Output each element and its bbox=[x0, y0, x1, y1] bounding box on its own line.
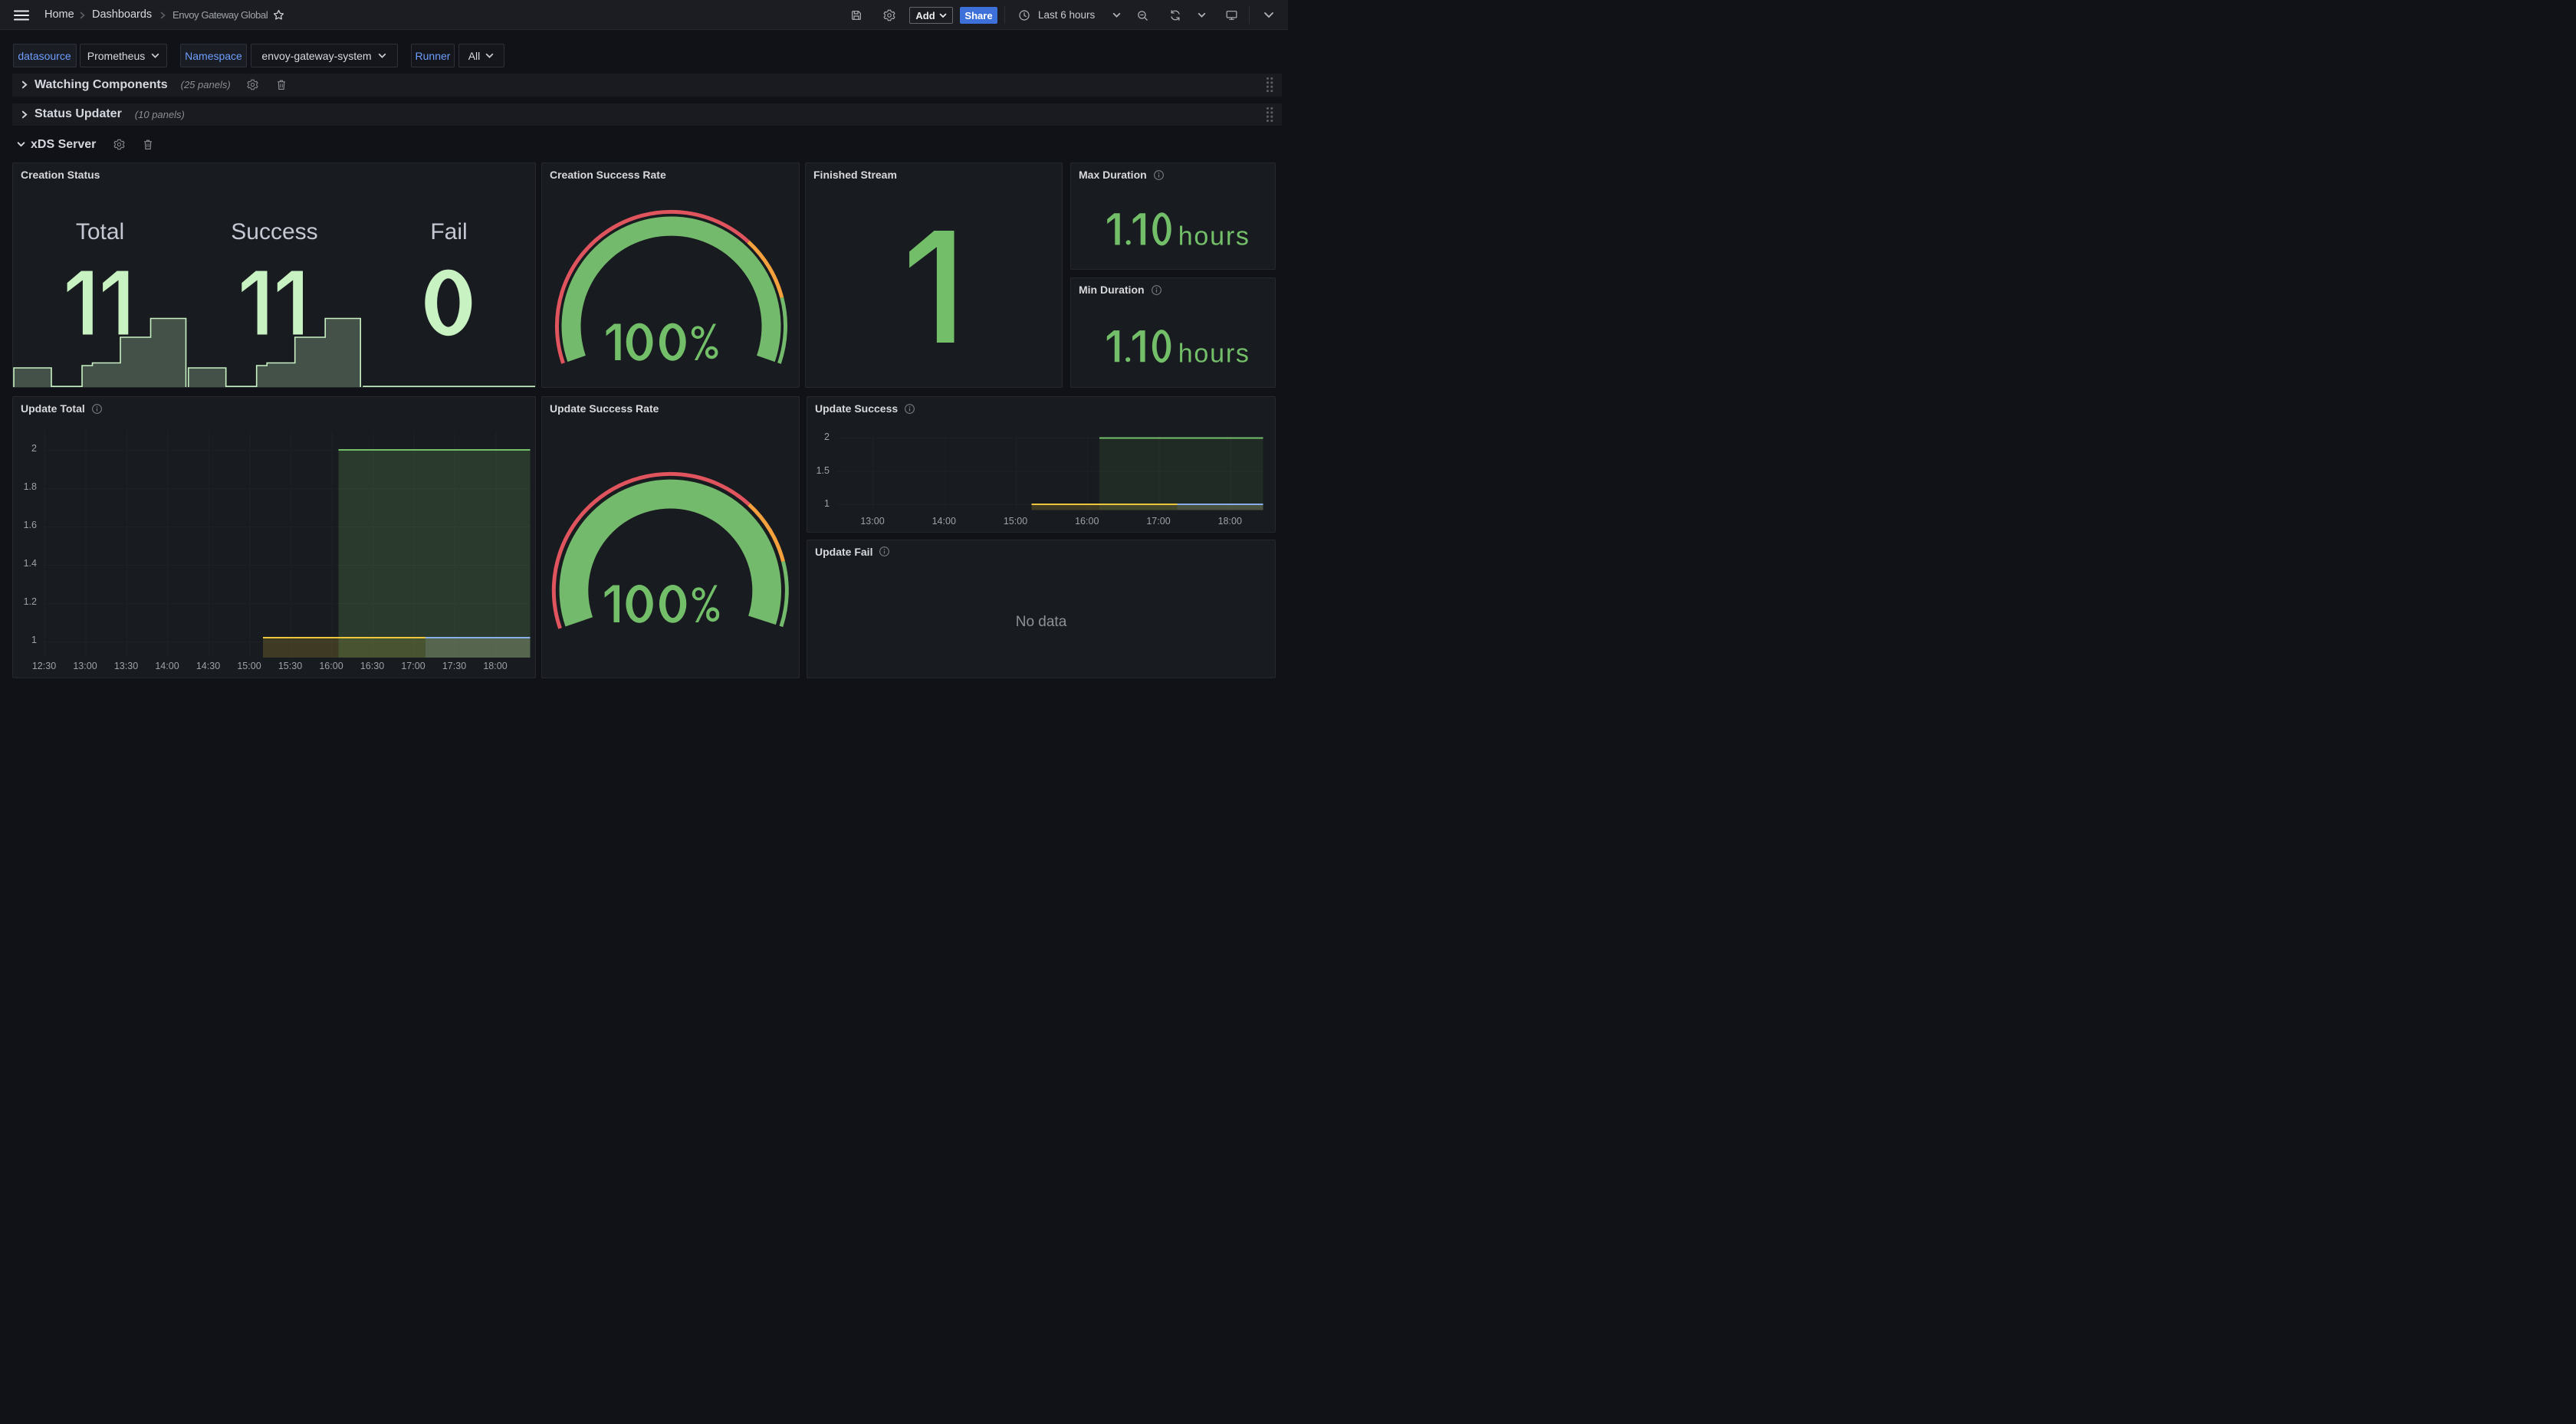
svg-text:hours: hours bbox=[1178, 222, 1250, 251]
svg-text:hours: hours bbox=[1178, 339, 1250, 368]
